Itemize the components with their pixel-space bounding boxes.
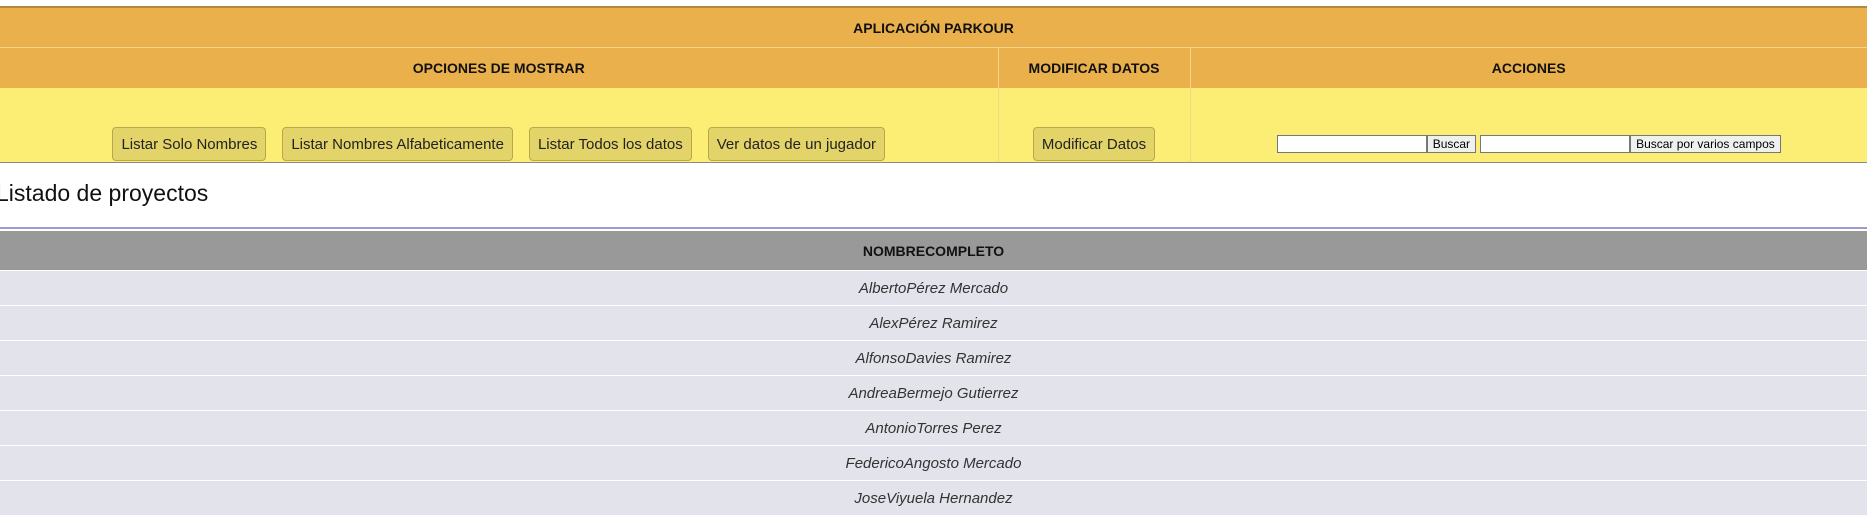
- table-cell-full-name: AntonioTorres Perez: [0, 411, 1867, 446]
- search-form: Buscar Buscar por varios campos: [1277, 135, 1781, 153]
- table-row: AlbertoPérez Mercado: [0, 271, 1867, 306]
- section-modify-data-title: MODIFICAR DATOS: [998, 48, 1190, 89]
- table-row: JoseViyuela Hernandez: [0, 481, 1867, 515]
- search-input[interactable]: [1277, 135, 1427, 153]
- section-show-options-title: OPCIONES DE MOSTRAR: [0, 48, 998, 89]
- page-title: Listado de proyectos: [0, 180, 208, 207]
- show-options-panel: Listar Solo Nombres Listar Nombres Alfabe…: [0, 88, 998, 163]
- search-button[interactable]: Buscar: [1427, 135, 1476, 153]
- table-row: AlexPérez Ramirez: [0, 306, 1867, 341]
- multi-field-search-input[interactable]: [1480, 135, 1630, 153]
- table-row: FedericoAngosto Mercado: [0, 446, 1867, 481]
- app-title: APLICACIÓN PARKOUR: [0, 7, 1867, 48]
- table-cell-full-name: FedericoAngosto Mercado: [0, 446, 1867, 481]
- modify-data-panel: Modificar Datos: [998, 88, 1190, 163]
- table-cell-full-name: JoseViyuela Hernandez: [0, 481, 1867, 515]
- divider: [0, 227, 1867, 229]
- table-row: AntonioTorres Perez: [0, 411, 1867, 446]
- modify-data-button[interactable]: Modificar Datos: [1033, 127, 1155, 161]
- table-cell-full-name: AlfonsoDavies Ramirez: [0, 341, 1867, 376]
- table-row: AlfonsoDavies Ramirez: [0, 341, 1867, 376]
- section-actions-title: ACCIONES: [1190, 48, 1867, 89]
- table-cell-full-name: AlbertoPérez Mercado: [0, 271, 1867, 306]
- table-cell-full-name: AlexPérez Ramirez: [0, 306, 1867, 341]
- column-header-full-name: NOMBRECOMPLETO: [0, 231, 1867, 271]
- players-table: NOMBRECOMPLETO AlbertoPérez Mercado Alex…: [0, 231, 1867, 515]
- list-names-only-button[interactable]: Listar Solo Nombres: [112, 127, 266, 161]
- actions-panel: Buscar Buscar por varios campos: [1190, 88, 1867, 163]
- table-cell-full-name: AndreaBermejo Gutierrez: [0, 376, 1867, 411]
- table-row: AndreaBermejo Gutierrez: [0, 376, 1867, 411]
- multi-field-search-button[interactable]: Buscar por varios campos: [1630, 135, 1781, 153]
- view-player-data-button[interactable]: Ver datos de un jugador: [708, 127, 885, 161]
- list-all-data-button[interactable]: Listar Todos los datos: [529, 127, 692, 161]
- app-menu: APLICACIÓN PARKOUR OPCIONES DE MOSTRAR M…: [0, 6, 1867, 163]
- list-names-alphabetically-button[interactable]: Listar Nombres Alfabeticamente: [282, 127, 513, 161]
